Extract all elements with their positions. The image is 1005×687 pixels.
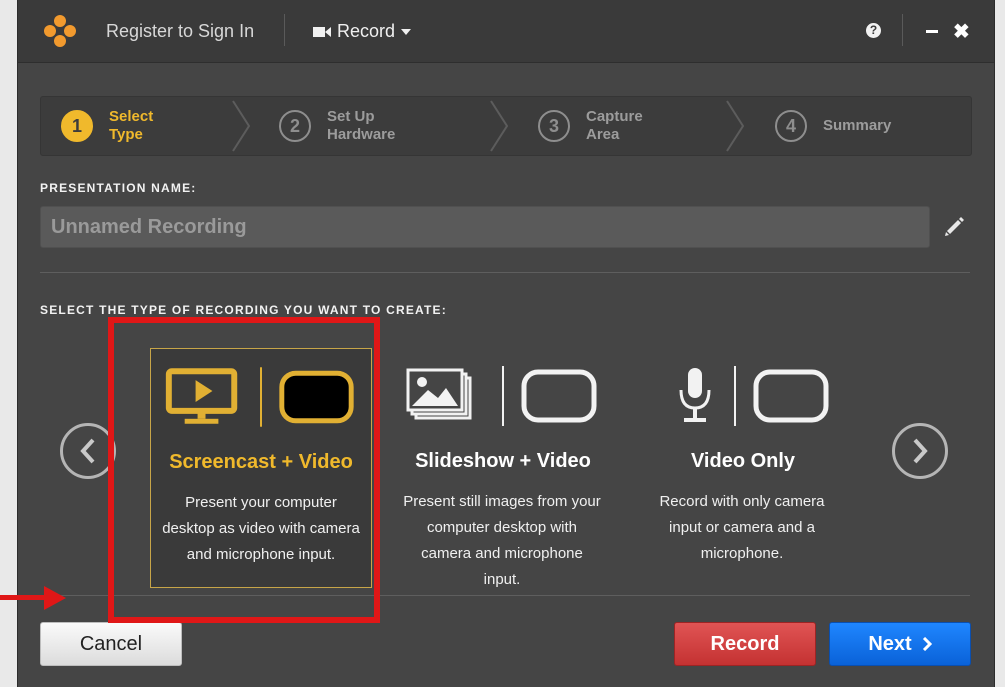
annotation-highlight-box bbox=[108, 317, 380, 623]
step-number: 2 bbox=[279, 110, 311, 142]
chevron-down-icon bbox=[401, 28, 412, 35]
presentation-name-label: PRESENTATION NAME: bbox=[40, 181, 197, 195]
presentation-name-input[interactable] bbox=[40, 206, 930, 248]
recording-type-label: SELECT THE TYPE OF RECORDING YOU WANT TO… bbox=[40, 303, 447, 317]
step-select-type[interactable]: 1 Select Type bbox=[61, 97, 153, 155]
next-button-label: Next bbox=[868, 632, 912, 655]
cancel-button[interactable]: Cancel bbox=[40, 622, 182, 666]
record-button[interactable]: Record bbox=[674, 622, 816, 666]
chevron-right-icon bbox=[913, 438, 928, 464]
step-label: Capture Area bbox=[586, 108, 643, 143]
step-number: 3 bbox=[538, 110, 570, 142]
record-menu[interactable]: Record bbox=[313, 21, 412, 42]
title-bar: Register to Sign In Record ? ✖ bbox=[18, 0, 994, 63]
chevron-right-icon bbox=[922, 637, 932, 651]
step-number: 1 bbox=[61, 110, 93, 142]
recording-type-slideshow-video[interactable]: Slideshow + Video Present still images f… bbox=[392, 348, 614, 588]
card-title: Slideshow + Video bbox=[415, 450, 591, 472]
app-logo-icon bbox=[44, 15, 76, 47]
video-camera-icon bbox=[313, 26, 331, 37]
step-separator-icon bbox=[490, 100, 509, 152]
carousel-next-button[interactable] bbox=[892, 423, 948, 479]
recording-type-video-only[interactable]: Video Only Record with only camera input… bbox=[632, 348, 854, 588]
chevron-left-icon bbox=[80, 438, 95, 464]
next-button[interactable]: Next bbox=[829, 622, 971, 666]
pencil-icon[interactable] bbox=[943, 216, 965, 238]
slideshow-video-icon bbox=[406, 366, 597, 426]
minimize-icon[interactable] bbox=[926, 30, 938, 33]
title-divider bbox=[284, 14, 285, 46]
step-summary[interactable]: 4 Summary bbox=[775, 97, 891, 155]
close-icon[interactable]: ✖ bbox=[953, 19, 970, 44]
card-title: Video Only bbox=[690, 450, 796, 472]
step-label: Set Up Hardware bbox=[327, 108, 396, 143]
help-icon[interactable]: ? bbox=[866, 23, 881, 38]
title-divider bbox=[902, 14, 903, 46]
annotation-arrow-head-icon bbox=[44, 586, 66, 610]
section-divider bbox=[40, 272, 970, 273]
microphone-video-icon bbox=[679, 366, 829, 426]
card-description: Record with only camera input or camera … bbox=[659, 493, 825, 562]
step-separator-icon bbox=[726, 100, 745, 152]
wizard-steps: 1 Select Type 2 Set Up Hardware 3 Capture A… bbox=[40, 96, 972, 156]
card-description: Present still images from your computer … bbox=[403, 493, 601, 588]
step-label: Summary bbox=[823, 117, 892, 134]
step-label: Select Type bbox=[109, 108, 154, 143]
step-set-up-hardware[interactable]: 2 Set Up Hardware bbox=[279, 97, 395, 155]
step-separator-icon bbox=[232, 100, 251, 152]
record-menu-label: Record bbox=[337, 21, 396, 41]
step-number: 4 bbox=[775, 110, 807, 142]
register-link[interactable]: Register to Sign In bbox=[106, 21, 254, 42]
step-capture-area[interactable]: 3 Capture Area bbox=[538, 97, 643, 155]
annotation-arrow-line bbox=[0, 595, 46, 600]
